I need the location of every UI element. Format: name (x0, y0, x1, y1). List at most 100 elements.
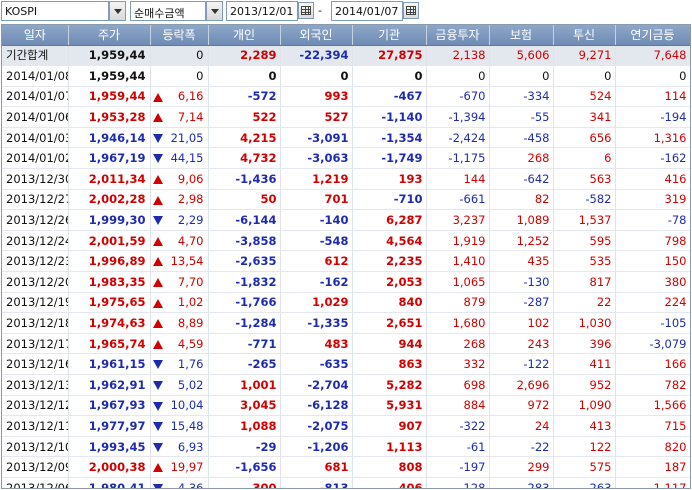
cell-individual: -1,436 (208, 168, 281, 190)
cell-institution: 5,931 (352, 395, 427, 417)
cell-financial-investment: 2,138 (426, 45, 490, 67)
summary-row[interactable]: 기간합계 1,959,44 0 2,289 -22,394 27,875 2,138 5,60… (2, 45, 690, 67)
market-dropdown-button[interactable] (109, 1, 126, 21)
date-from-input[interactable]: 2013/12/01 (226, 1, 298, 21)
table-row[interactable]: 2014/01/02 1,967,19 44,15 4,732 -3,063 -1,749… (2, 147, 690, 170)
column-header-date[interactable]: 일자 (2, 25, 69, 46)
cell-institution: 907 (352, 415, 427, 437)
cell-pension: 166 (615, 353, 690, 375)
cell-foreign: 681 (280, 456, 353, 478)
table-row[interactable]: 2014/01/06 1,953,28 7,14 522 527 -1,140 -1,394… (2, 106, 690, 128)
cell-date: 2013/12/11 (2, 415, 69, 437)
triangle-down-icon (152, 381, 163, 390)
cell-foreign: 527 (280, 106, 353, 128)
triangle-up-icon (152, 236, 163, 246)
column-header-institution[interactable]: 기관 (352, 25, 427, 46)
table-row[interactable]: 2013/12/19 1,975,65 1,02 -1,766 1,029 840 879-… (2, 292, 690, 314)
table-row[interactable]: 2014/01/03 1,946,14 21,05 4,215 -3,091 -1,354… (2, 127, 690, 149)
metric-select[interactable]: 순매수금액 (130, 1, 206, 21)
cell-investment-trust: 952 (553, 374, 616, 396)
cell-pension: -162 (615, 147, 690, 170)
table-row[interactable]: 2013/12/23 1,996,89 13,54 -2,635 612 2,235 1,4… (2, 250, 690, 273)
cell-price: 2,011,34 (68, 168, 151, 190)
cell-institution: 4,564 (352, 230, 427, 252)
cell-price: 1,983,35 (68, 271, 151, 293)
table-row[interactable]: 2013/12/30 2,011,34 9,06 -1,436 1,219 193 144-… (2, 168, 690, 190)
metric-select-value: 순매수금액 (134, 7, 185, 20)
table-row[interactable]: 2013/12/13 1,962,91 5,02 1,001 -2,704 5,282 69… (2, 374, 690, 396)
cell-change: 19,97 (150, 456, 209, 478)
cell-investment-trust: 817 (553, 271, 616, 293)
table-row[interactable]: 2013/12/26 1,999,30 2,29 -6,144 -140 6,287 3,2… (2, 209, 690, 231)
cell-price: 1,980,41 (68, 477, 151, 488)
cell-price: 1,967,93 (68, 395, 151, 417)
cell-date: 2013/12/23 (2, 250, 69, 273)
date-to-calendar-button[interactable] (403, 2, 419, 19)
table-row[interactable]: 2013/12/06 1,980,41 4,36 300 -813 406 -128 -283… (2, 477, 690, 488)
cell-price: 1,977,97 (68, 415, 151, 437)
change-value: 8,89 (177, 316, 204, 331)
cell-individual: -1,284 (208, 312, 281, 334)
table-row[interactable]: 2013/12/16 1,961,15 1,76 -265 -635 863 332 -122… (2, 353, 690, 375)
change-value: 19,97 (170, 460, 204, 475)
cell-institution: -710 (352, 189, 427, 211)
table-row[interactable]: 2013/12/17 1,965,74 4,59 -771 483 944 268 243 39… (2, 333, 690, 355)
cell-insurance: -22 (489, 436, 554, 458)
table-row[interactable]: 2013/12/18 1,974,63 8,89 -1,284 -1,335 2,651 1… (2, 312, 690, 334)
table-row[interactable]: 2013/12/09 2,000,38 19,97 -1,656 681 808 -197 2… (2, 456, 690, 478)
table-row[interactable]: 2014/01/07 1,959,44 6,16 -572 993 -467 -670 -33… (2, 86, 690, 108)
table-row[interactable]: 2013/12/27 2,002,28 2,98 50 701 -710 -661 82 -58… (2, 189, 690, 211)
date-to-input[interactable]: 2014/01/07 (331, 1, 403, 21)
table-row[interactable]: 2013/12/12 1,967,93 10,04 3,045 -6,128 5,931 8… (2, 395, 690, 417)
table-row[interactable]: 2013/12/20 1,983,35 7,70 -1,832 -162 2,053 1,0… (2, 271, 690, 293)
cell-change: 9,06 (150, 168, 209, 190)
date-from-calendar-button[interactable] (298, 2, 314, 19)
cell-pension: 416 (615, 168, 690, 190)
cell-change: 10,04 (150, 395, 209, 417)
table-row[interactable]: 2013/12/10 1,993,45 6,93 -29 -1,206 1,113 -61-… (2, 436, 690, 458)
cell-insurance: -130 (489, 271, 554, 293)
market-select[interactable]: KOSPI (1, 1, 109, 21)
cell-financial-investment: 268 (426, 333, 490, 355)
cell-foreign: -2,704 (280, 374, 353, 396)
cell-individual: -6,144 (208, 209, 281, 231)
cell-insurance: 1,089 (489, 209, 554, 231)
table-row[interactable]: 2013/12/24 2,001,59 4,70 -3,858 -548 4,564 1,9… (2, 230, 690, 252)
cell-investment-trust: 6 (553, 147, 616, 170)
cell-investment-trust: -263 (553, 477, 616, 488)
cell-insurance: 82 (489, 189, 554, 211)
cell-price: 1,959,44 (68, 45, 151, 67)
column-header-price[interactable]: 주가 (68, 25, 151, 46)
cell-date: 2013/12/20 (2, 271, 69, 293)
table-row[interactable]: 2014/01/08 1,959,44 0 0 0 0 0 0 0 0 (2, 65, 690, 87)
cell-individual: -2,635 (208, 250, 281, 273)
column-header-foreign[interactable]: 외국인 (280, 25, 353, 46)
cell-financial-investment: 884 (426, 395, 490, 417)
cell-investment-trust: 595 (553, 230, 616, 252)
column-header-individual[interactable]: 개인 (208, 25, 281, 46)
cell-financial-investment: 1,065 (426, 271, 490, 293)
cell-financial-investment: -1,175 (426, 147, 490, 170)
change-value: 0 (196, 48, 204, 63)
column-header-investment-trust[interactable]: 투신 (553, 25, 616, 46)
triangle-down-icon (152, 401, 163, 411)
column-header-pension[interactable]: 연기금등 (615, 25, 690, 46)
cell-individual: 300 (208, 477, 281, 488)
cell-institution: -467 (352, 86, 427, 108)
cell-date: 2013/12/10 (2, 436, 69, 458)
cell-foreign: 0 (280, 65, 353, 87)
cell-individual: 3,045 (208, 395, 281, 417)
column-header-insurance[interactable]: 보험 (489, 25, 554, 46)
column-header-financial-investment[interactable]: 금융투자 (426, 25, 490, 46)
triangle-up-icon (152, 92, 163, 102)
cell-individual: 1,088 (208, 415, 281, 437)
cell-investment-trust: 411 (553, 353, 616, 375)
cell-date: 2013/12/06 (2, 477, 69, 488)
date-to-value: 2014/01/07 (335, 5, 399, 18)
cell-financial-investment: 698 (426, 374, 490, 396)
cell-change: 2,29 (150, 209, 209, 231)
cell-pension: 820 (615, 436, 690, 458)
metric-dropdown-button[interactable] (206, 1, 223, 21)
column-header-change[interactable]: 등락폭 (150, 25, 209, 46)
table-row[interactable]: 2013/12/11 1,977,97 15,48 1,088 -2,075 907 -32… (2, 415, 690, 437)
